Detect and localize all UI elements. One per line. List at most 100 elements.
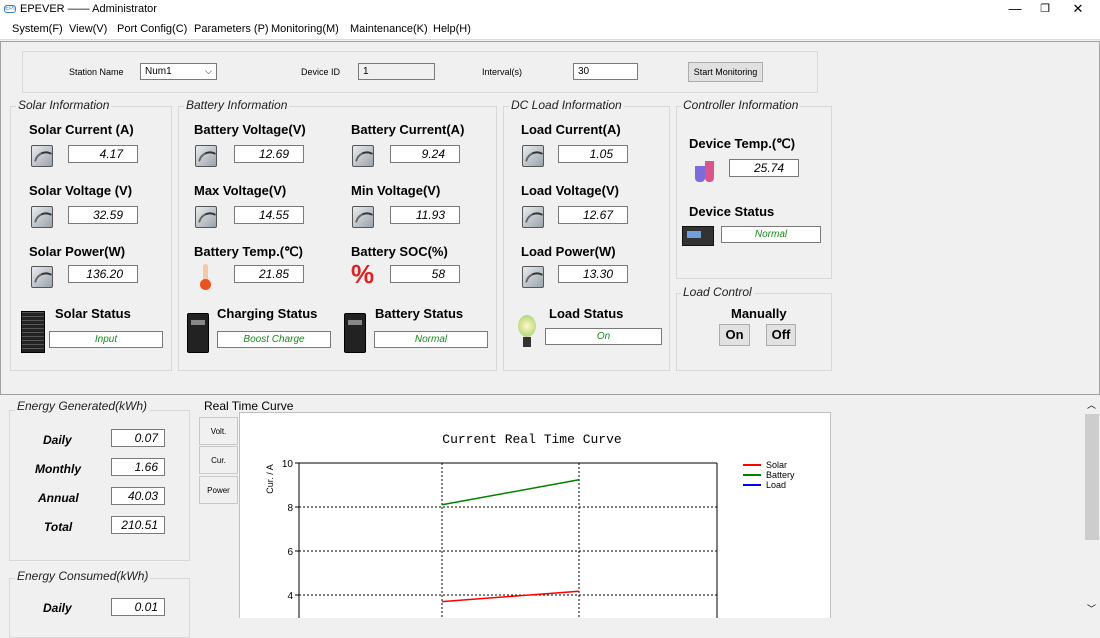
battery-temp-label: Battery Temp.(℃): [194, 244, 303, 259]
real-time-curve-legend: Real Time Curve: [204, 399, 294, 413]
meter-icon: [352, 145, 374, 167]
series-line-battery: [441, 478, 580, 506]
generated-annual-value: 40.03: [111, 487, 165, 505]
series-line-solar: [441, 590, 580, 603]
energy-generated-legend: Energy Generated(kWh): [15, 399, 150, 413]
meter-icon: [522, 206, 544, 228]
y-tick-label: 6: [287, 547, 293, 558]
title-bar: EPI EPEVER —— Administrator — ❐ ✕: [0, 0, 1100, 19]
load-off-button[interactable]: Off: [766, 324, 796, 346]
start-monitoring-button[interactable]: Start Monitoring: [688, 62, 763, 82]
chart-title: Current Real Time Curve: [442, 432, 621, 447]
load-control-group: [676, 293, 832, 371]
battery-temp-value: 21.85: [234, 265, 304, 283]
scroll-down-icon[interactable]: ﹀: [1087, 602, 1096, 615]
scroll-up-icon[interactable]: ︿: [1087, 398, 1096, 411]
max-voltage-label: Max Voltage(V): [194, 183, 287, 198]
solar-legend: Solar Information: [16, 98, 112, 112]
manually-label: Manually: [731, 306, 787, 321]
solar-power-value: 136.20: [68, 265, 138, 283]
meter-icon: [195, 206, 217, 228]
percent-icon: %: [351, 259, 375, 289]
meter-icon: [522, 266, 544, 288]
charging-status-value: Boost Charge: [217, 331, 331, 348]
load-voltage-label: Load Voltage(V): [521, 183, 619, 198]
generated-monthly-value: 1.66: [111, 458, 165, 476]
charging-status-label: Charging Status: [217, 306, 318, 321]
battery-voltage-value: 12.69: [234, 145, 304, 163]
solar-power-label: Solar Power(W): [29, 244, 126, 259]
consumed-daily-label: Daily: [43, 601, 72, 615]
load-control-legend: Load Control: [681, 285, 754, 299]
meter-icon: [352, 206, 374, 228]
menu-port-config[interactable]: Port Config(C): [117, 23, 187, 35]
device-status-label: Device Status: [689, 204, 775, 219]
restore-button[interactable]: ❐: [1030, 1, 1060, 17]
solar-current-label: Solar Current (A): [29, 122, 134, 137]
controller-device-icon: [682, 226, 714, 246]
generated-annual-label: Annual: [38, 491, 79, 505]
legend-label-solar: Solar: [766, 460, 787, 470]
battery-soc-value: 58: [390, 265, 460, 283]
scrollbar-thumb[interactable]: [1085, 414, 1099, 540]
station-name-select[interactable]: Num1 ⌵: [140, 63, 217, 80]
y-tick-label: 4: [287, 591, 293, 602]
controller-group: [676, 106, 832, 279]
min-voltage-label: Min Voltage(V): [351, 183, 441, 198]
load-voltage-value: 12.67: [558, 206, 628, 224]
device-temp-label: Device Temp.(℃): [689, 136, 796, 151]
load-power-value: 13.30: [558, 265, 628, 283]
menu-help[interactable]: Help(H): [433, 23, 471, 35]
battery-status-label: Battery Status: [375, 306, 464, 321]
current-chart: Current Real Time Curve Cur. / A 4 6 8 10 S…: [265, 432, 795, 618]
solar-current-value: 4.17: [68, 145, 138, 163]
battery-icon: [344, 313, 366, 353]
solar-panel-icon: [21, 311, 45, 353]
battery-status-value: Normal: [374, 331, 488, 348]
solar-voltage-value: 32.59: [68, 206, 138, 224]
device-id-field[interactable]: 1: [358, 63, 435, 80]
vertical-scrollbar[interactable]: ︿ ﹀: [1084, 396, 1100, 618]
max-voltage-value: 14.55: [234, 206, 304, 224]
energy-consumed-legend: Energy Consumed(kWh): [15, 569, 151, 583]
app-logo-icon: EPI: [4, 5, 16, 13]
generated-daily-label: Daily: [43, 433, 72, 447]
solar-voltage-label: Solar Voltage (V): [29, 183, 133, 198]
chart-container: Current Real Time Curve Cur. / A 4 6 8 10 S…: [239, 412, 831, 618]
y-tick-label: 8: [287, 503, 293, 514]
legend-label-battery: Battery: [766, 470, 795, 480]
load-on-button[interactable]: On: [719, 324, 750, 346]
menu-view[interactable]: View(V): [69, 23, 107, 35]
minimize-button[interactable]: —: [1000, 1, 1030, 17]
menu-maintenance[interactable]: Maintenance(K): [350, 23, 428, 35]
meter-icon: [31, 145, 53, 167]
load-current-value: 1.05: [558, 145, 628, 163]
monitor-panel: Station Name Num1 ⌵ Device ID 1 Interval…: [0, 41, 1100, 395]
interval-label: Interval(s): [482, 67, 523, 77]
load-current-label: Load Current(A): [521, 122, 621, 137]
menu-monitoring[interactable]: Monitoring(M): [271, 23, 339, 35]
battery-current-value: 9.24: [390, 145, 460, 163]
tab-voltage[interactable]: Volt.: [199, 417, 238, 445]
device-temp-value: 25.74: [729, 159, 799, 177]
tab-current[interactable]: Cur.: [199, 446, 238, 474]
menu-parameters[interactable]: Parameters (P): [194, 23, 269, 35]
device-id-label: Device ID: [301, 67, 341, 77]
chevron-down-icon: ⌵: [205, 66, 212, 76]
menu-system[interactable]: System(F): [12, 23, 63, 35]
close-button[interactable]: ✕: [1063, 1, 1093, 17]
load-power-label: Load Power(W): [521, 244, 616, 259]
meter-icon: [31, 206, 53, 228]
device-status-value: Normal: [721, 226, 821, 243]
tab-power[interactable]: Power: [199, 476, 238, 504]
y-tick-label: 10: [282, 459, 294, 470]
consumed-daily-value: 0.01: [111, 598, 165, 616]
generated-monthly-label: Monthly: [35, 462, 81, 476]
meter-icon: [31, 266, 53, 288]
battery-current-label: Battery Current(A): [351, 122, 465, 137]
station-name-label: Station Name: [69, 67, 124, 77]
interval-field[interactable]: 30: [573, 63, 638, 80]
thermometer-icon: [200, 264, 212, 290]
flask-icon: [693, 158, 715, 184]
legend-label-load: Load: [766, 480, 786, 490]
